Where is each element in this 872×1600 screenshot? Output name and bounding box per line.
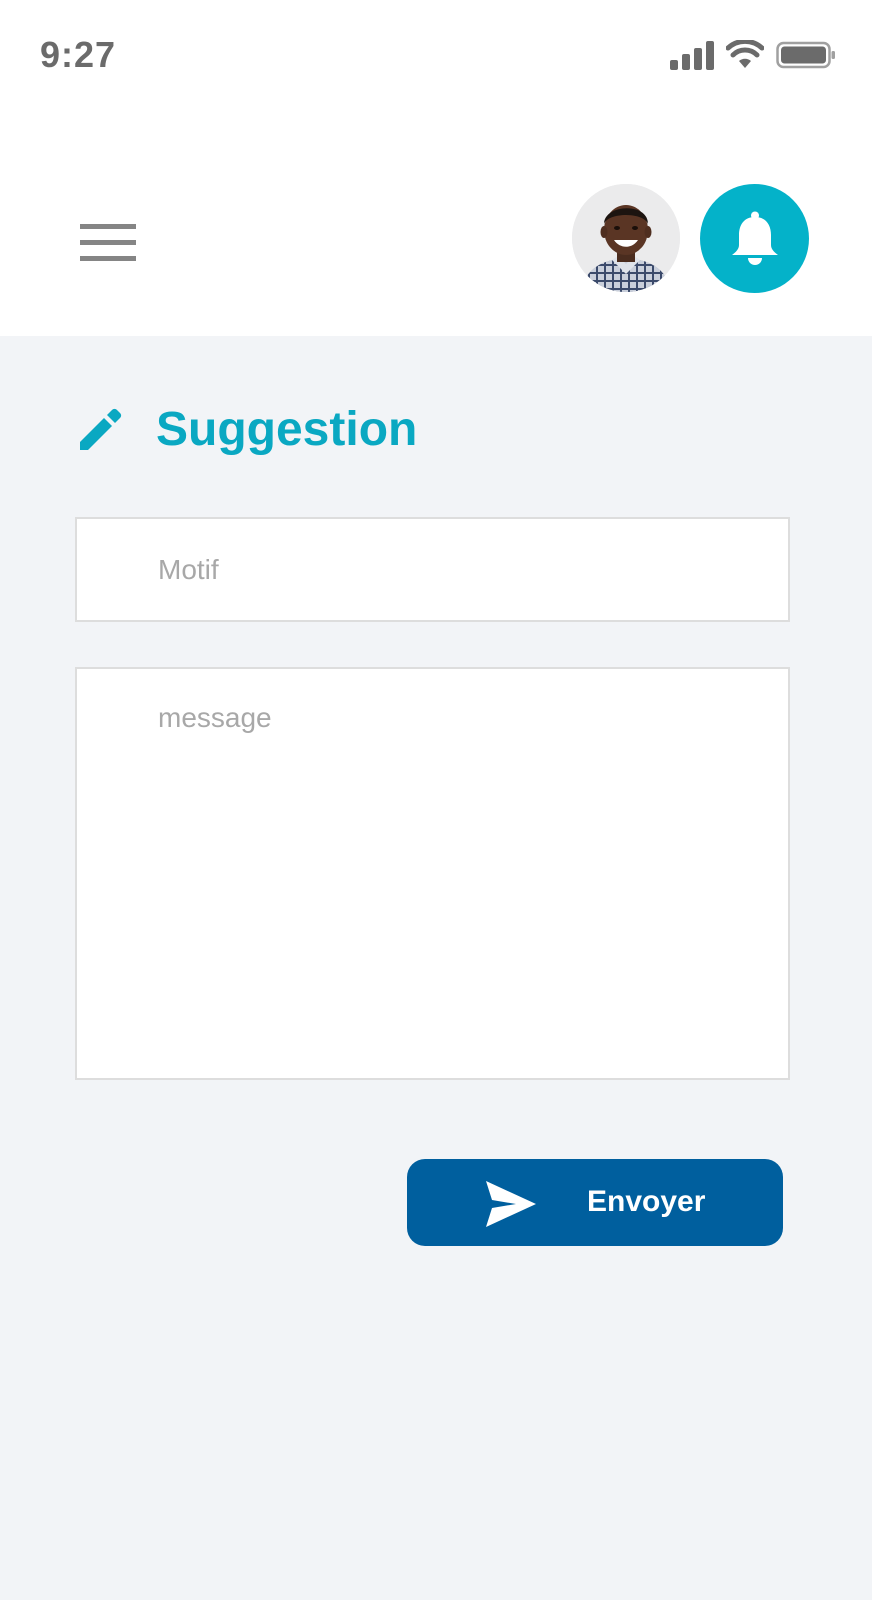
wifi-icon bbox=[726, 40, 764, 68]
avatar-image bbox=[572, 184, 680, 292]
menu-button[interactable] bbox=[72, 214, 140, 270]
avatar[interactable] bbox=[572, 184, 680, 292]
battery-icon bbox=[776, 41, 835, 69]
signal-icon bbox=[670, 41, 714, 70]
message-field[interactable] bbox=[75, 667, 790, 1080]
suggestion-form-area: Suggestion Envoyer bbox=[0, 336, 872, 1600]
motif-input[interactable] bbox=[77, 519, 788, 620]
notification-button[interactable] bbox=[700, 184, 809, 293]
motif-field[interactable] bbox=[75, 517, 790, 622]
hamburger-menu-icon-line bbox=[80, 239, 136, 245]
status-bar: 9:27 bbox=[0, 0, 872, 120]
send-button-label: Envoyer bbox=[587, 1185, 706, 1218]
message-textarea[interactable] bbox=[77, 669, 788, 1078]
pencil-icon bbox=[80, 408, 122, 450]
app-header bbox=[0, 120, 872, 336]
status-icons bbox=[670, 40, 836, 70]
status-time: 9:27 bbox=[40, 34, 117, 75]
hamburger-menu-icon bbox=[80, 223, 136, 229]
bell-icon bbox=[731, 211, 778, 265]
hamburger-menu-icon-line bbox=[80, 255, 136, 261]
send-icon bbox=[486, 1181, 536, 1227]
page-title-row: Suggestion bbox=[76, 406, 417, 454]
page-title: Suggestion bbox=[156, 403, 418, 456]
app-screen: 9:27 Suggestion Motif message Envoyer bbox=[0, 0, 872, 1600]
send-button[interactable]: Envoyer bbox=[407, 1159, 783, 1246]
